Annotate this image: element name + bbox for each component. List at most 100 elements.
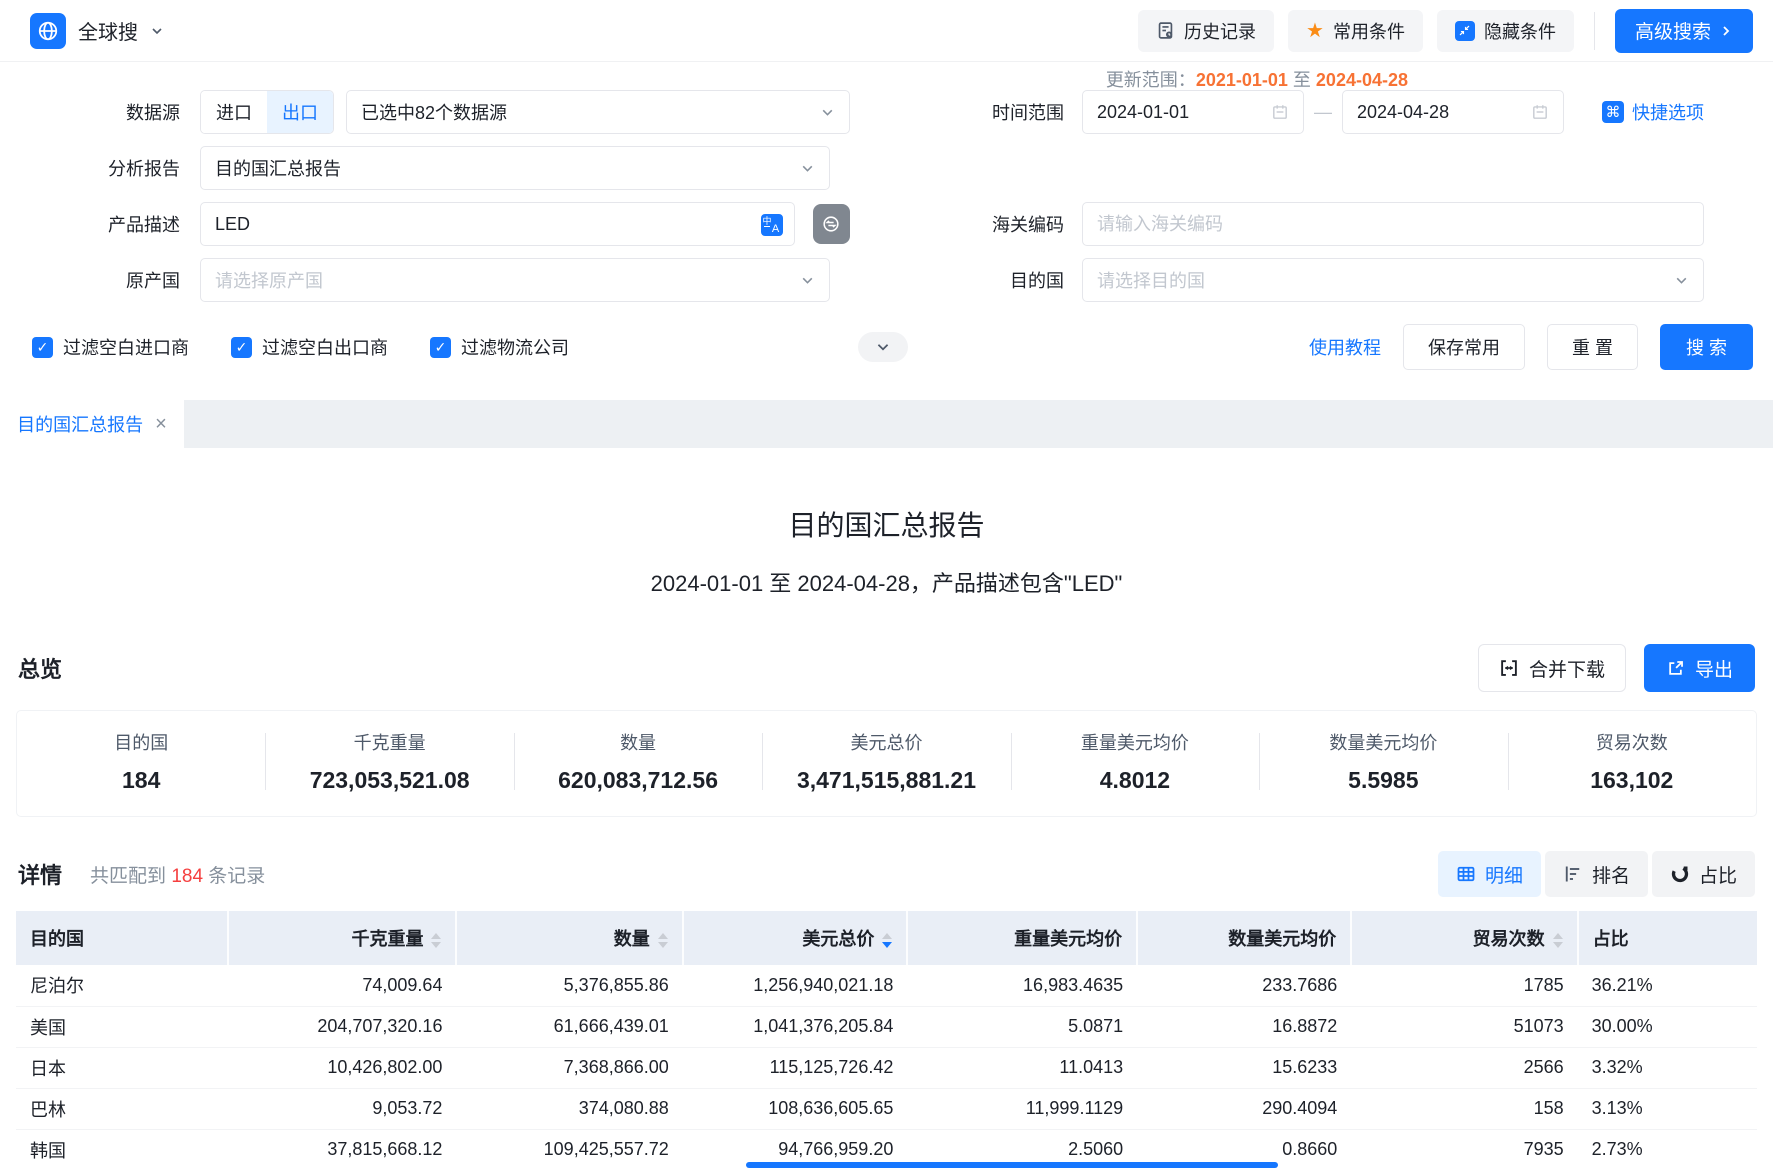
update-to-date: 2024-04-28 <box>1316 70 1408 90</box>
cell-usd-per-kg: 5.0871 <box>907 1006 1137 1047</box>
import-toggle[interactable]: 进口 <box>201 91 267 133</box>
overview-stats: 目的国 184 千克重量 723,053,521.08 数量 620,083,7… <box>16 710 1757 817</box>
cell-share: 30.00% <box>1578 1006 1757 1047</box>
table-icon <box>1456 864 1476 884</box>
tab-destination-report[interactable]: 目的国汇总报告 × <box>0 400 184 448</box>
command-icon: ⌘ <box>1602 101 1624 123</box>
table-row[interactable]: 尼泊尔 74,009.64 5,376,855.86 1,256,940,021… <box>16 965 1757 1006</box>
checkbox-checked-icon: ✓ <box>231 337 252 358</box>
search-button[interactable]: 搜 索 <box>1660 324 1753 370</box>
app-title: 全球搜 <box>78 16 138 45</box>
brand[interactable]: 全球搜 <box>30 13 164 49</box>
export-icon <box>1666 659 1685 678</box>
dest-country-select[interactable]: 请选择目的国 <box>1082 258 1704 302</box>
col-usd-total[interactable]: 美元总价 <box>683 911 908 965</box>
merge-download-button[interactable]: 合并下载 <box>1478 644 1626 692</box>
origin-country-select[interactable]: 请选择原产国 <box>200 258 830 302</box>
origin-country-label: 原产国 <box>0 267 200 293</box>
cell-kg-weight: 74,009.64 <box>228 965 456 1006</box>
stat-card: 数量 620,083,712.56 <box>514 727 762 796</box>
col-quantity[interactable]: 数量 <box>456 911 682 965</box>
save-favorite-button[interactable]: 保存常用 <box>1403 324 1525 370</box>
cell-usd-total: 108,636,605.65 <box>683 1088 908 1129</box>
product-input-wrap: 中A <box>200 202 795 246</box>
cell-usd-per-kg: 11,999.1129 <box>907 1088 1137 1129</box>
col-share: 占比 <box>1578 911 1757 965</box>
tab-strip: 目的国汇总报告 × <box>0 400 1773 448</box>
table-row[interactable]: 日本 10,426,802.00 7,368,866.00 115,125,72… <box>16 1047 1757 1088</box>
stat-value: 620,083,712.56 <box>522 767 754 794</box>
report-type-select[interactable]: 目的国汇总报告 <box>200 146 830 190</box>
synonym-search-icon[interactable] <box>813 204 850 244</box>
cell-country: 韩国 <box>16 1129 228 1168</box>
col-kg-weight[interactable]: 千克重量 <box>228 911 456 965</box>
col-destination: 目的国 <box>16 911 228 965</box>
chevron-down-icon <box>875 339 891 355</box>
stat-label: 贸易次数 <box>1516 729 1748 755</box>
close-icon[interactable]: × <box>155 414 167 434</box>
translate-icon[interactable]: 中A <box>760 213 784 242</box>
table-row[interactable]: 巴林 9,053.72 374,080.88 108,636,605.65 11… <box>16 1088 1757 1129</box>
match-summary: 共匹配到 184 条记录 <box>90 861 265 888</box>
date-range-dash: — <box>1314 102 1332 123</box>
svg-text:A: A <box>771 223 779 235</box>
stat-value: 4.8012 <box>1019 767 1251 794</box>
topbar: 全球搜 历史记录 ★ 常用条件 隐藏条件 <box>0 0 1773 62</box>
cell-usd-per-qty: 233.7686 <box>1137 965 1351 1006</box>
sort-carets-icon[interactable] <box>658 933 668 948</box>
history-button[interactable]: 历史记录 <box>1138 10 1274 52</box>
cell-kg-weight: 10,426,802.00 <box>228 1047 456 1088</box>
horizontal-scrollbar-thumb[interactable] <box>746 1162 1278 1168</box>
hs-code-input[interactable] <box>1097 214 1689 235</box>
report-subtitle: 2024-01-01 至 2024-04-28，产品描述包含"LED" <box>0 566 1773 598</box>
star-icon: ★ <box>1306 21 1324 41</box>
stat-value: 5.5985 <box>1267 767 1499 794</box>
table-row[interactable]: 美国 204,707,320.16 61,666,439.01 1,041,37… <box>16 1006 1757 1047</box>
chevron-down-icon <box>1674 273 1689 288</box>
stat-value: 163,102 <box>1516 767 1748 794</box>
chevron-right-icon <box>1719 24 1733 38</box>
filters-row: ✓ 过滤空白进口商 ✓ 过滤空白出口商 ✓ 过滤物流公司 <box>32 324 1753 370</box>
cell-kg-weight: 204,707,320.16 <box>228 1006 456 1047</box>
divider <box>1594 12 1595 50</box>
view-rank-button[interactable]: 排名 <box>1545 851 1648 897</box>
favorites-button[interactable]: ★ 常用条件 <box>1288 10 1423 52</box>
hide-conditions-button[interactable]: 隐藏条件 <box>1437 10 1574 52</box>
export-button[interactable]: 导出 <box>1644 644 1755 692</box>
stat-card: 目的国 184 <box>17 727 265 796</box>
filter-checkbox[interactable]: ✓ 过滤空白进口商 <box>32 334 189 360</box>
search-form: 更新范围：2021-01-01 至 2024-04-28 数据源 进口 出口 已… <box>0 62 1773 370</box>
quick-options-link[interactable]: ⌘ 快捷选项 <box>1602 99 1704 125</box>
view-detail-button[interactable]: 明细 <box>1438 851 1541 897</box>
details-header: 详情 共匹配到 184 条记录 明细 排名 <box>18 851 1755 897</box>
chevron-down-icon <box>820 105 835 120</box>
stat-value: 184 <box>25 767 257 794</box>
date-from-input[interactable]: 2024-01-01 <box>1082 90 1304 134</box>
sort-carets-icon[interactable] <box>1553 933 1563 948</box>
date-to-input[interactable]: 2024-04-28 <box>1342 90 1564 134</box>
sort-carets-icon[interactable] <box>882 933 892 948</box>
global-search-app: 全球搜 历史记录 ★ 常用条件 隐藏条件 <box>0 0 1773 1168</box>
view-share-button[interactable]: 占比 <box>1652 851 1755 897</box>
stat-card: 重量美元均价 4.8012 <box>1011 727 1259 796</box>
filter-checkbox[interactable]: ✓ 过滤物流公司 <box>430 334 569 360</box>
cell-quantity: 109,425,557.72 <box>456 1129 682 1168</box>
cell-usd-total: 1,041,376,205.84 <box>683 1006 908 1047</box>
expand-form-button[interactable] <box>858 332 908 362</box>
advanced-search-button[interactable]: 高级搜索 <box>1615 9 1753 53</box>
col-trades[interactable]: 贸易次数 <box>1351 911 1577 965</box>
reset-button[interactable]: 重 置 <box>1547 324 1638 370</box>
cell-quantity: 61,666,439.01 <box>456 1006 682 1047</box>
filter-checkbox[interactable]: ✓ 过滤空白出口商 <box>231 334 388 360</box>
tutorial-link[interactable]: 使用教程 <box>1309 334 1381 360</box>
datasource-select[interactable]: 已选中82个数据源 <box>346 90 850 134</box>
product-description-input[interactable] <box>215 214 746 235</box>
cell-usd-total: 1,256,940,021.18 <box>683 965 908 1006</box>
checkbox-checked-icon: ✓ <box>430 337 451 358</box>
cell-country: 美国 <box>16 1006 228 1047</box>
hs-code-label: 海关编码 <box>944 211 1082 237</box>
sort-carets-icon[interactable] <box>431 933 441 948</box>
cell-share: 3.32% <box>1578 1047 1757 1088</box>
export-toggle[interactable]: 出口 <box>267 91 333 133</box>
cell-usd-per-qty: 15.6233 <box>1137 1047 1351 1088</box>
